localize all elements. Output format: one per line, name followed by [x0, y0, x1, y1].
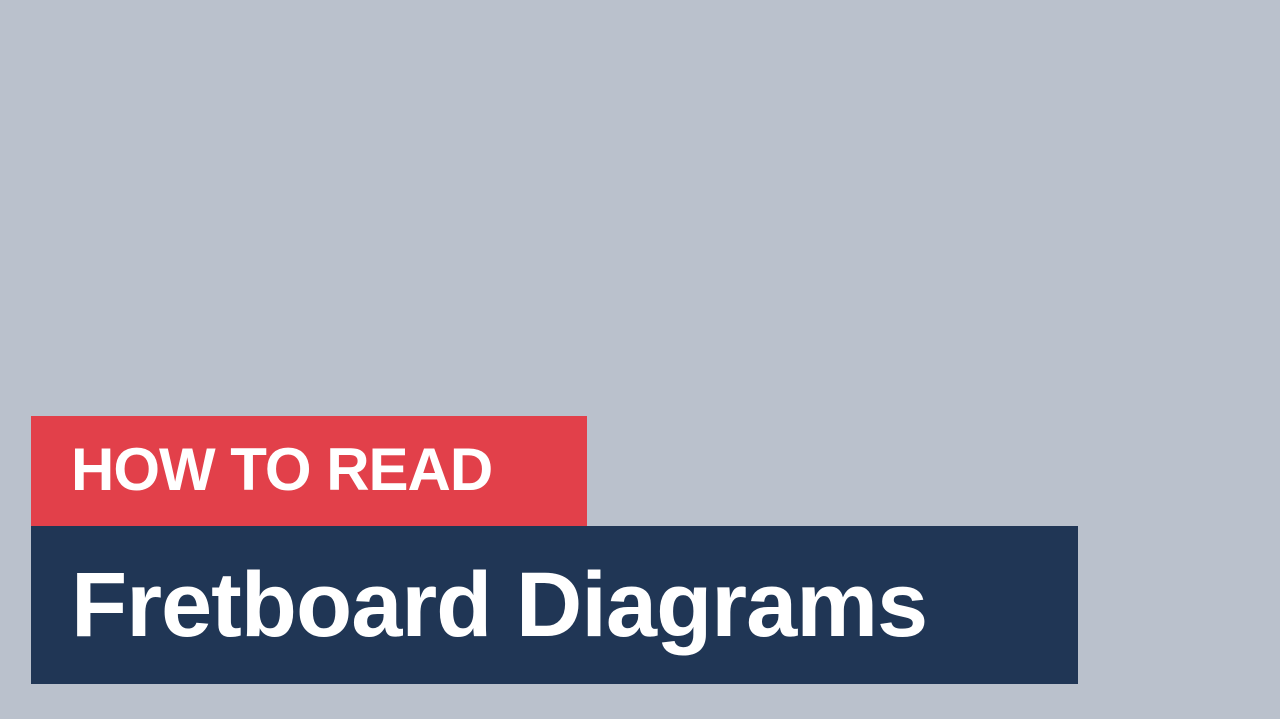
title-card: HOW TO READ Fretboard Diagrams [0, 0, 1280, 719]
headline-banner: Fretboard Diagrams [31, 526, 1078, 684]
kicker-text: HOW TO READ [71, 436, 493, 503]
kicker-banner: HOW TO READ [31, 416, 587, 526]
headline-text: Fretboard Diagrams [71, 554, 928, 656]
